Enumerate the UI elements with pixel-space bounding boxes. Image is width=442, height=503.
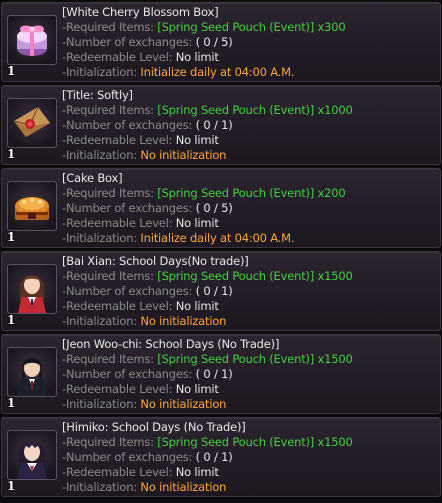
item-name: [Cake Box] — [62, 171, 123, 185]
required-items-value: [Spring Seed Pouch (Event)] x1000 — [157, 103, 353, 117]
gift-box-icon — [7, 15, 57, 65]
required-items-value: [Spring Seed Pouch (Event)] x1500 — [157, 435, 353, 449]
redeemable-level-label: -Redeemable Level: — [62, 299, 176, 313]
item-quantity: 1 — [7, 230, 16, 244]
exchanges-label: -Number of exchanges: — [62, 118, 196, 132]
exchanges-label: -Number of exchanges: — [62, 35, 196, 49]
item-name: [Bai Xian: School Days(No trade)] — [62, 254, 249, 268]
required-items-label: -Required Items: — [62, 103, 158, 117]
required-items-label: -Required Items: — [62, 352, 158, 366]
exchange-item-himiko-school-days[interactable]: 1 [Himiko: School Days (No Trade)] -Requ… — [1, 417, 441, 497]
item-quantity: 1 — [7, 147, 16, 161]
initialization-value: No initialization — [140, 148, 227, 162]
item-name: [Jeon Woo-chi: School Days (No Trade)] — [62, 337, 280, 351]
redeemable-level-value: No limit — [175, 299, 219, 313]
exchange-item-cake-box[interactable]: 1 [Cake Box] -Required Items: [Spring Se… — [1, 168, 441, 248]
redeemable-level-label: -Redeemable Level: — [62, 133, 176, 147]
initialization-label: -Initialization: — [62, 231, 141, 245]
initialization-value: No initialization — [140, 314, 227, 328]
item-quantity: 1 — [7, 64, 16, 78]
exchange-item-bai-xian-school-days[interactable]: 1 [Bai Xian: School Days(No trade)] -Req… — [1, 251, 441, 331]
exchanges-value: ( 0 / 1) — [195, 118, 233, 132]
scroll-envelope-icon — [7, 98, 57, 148]
exchanges-value: ( 0 / 5) — [195, 35, 233, 49]
required-items-label: -Required Items: — [62, 269, 158, 283]
initialization-value: No initialization — [140, 397, 227, 411]
required-items-value: [Spring Seed Pouch (Event)] x1500 — [157, 269, 353, 283]
initialization-label: -Initialization: — [62, 314, 141, 328]
exchange-item-list: 1 [White Cherry Blossom Box] -Required I… — [0, 0, 442, 503]
required-items-value: [Spring Seed Pouch (Event)] x200 — [157, 186, 346, 200]
redeemable-level-label: -Redeemable Level: — [62, 382, 176, 396]
item-name: [White Cherry Blossom Box] — [62, 5, 219, 19]
exchanges-label: -Number of exchanges: — [62, 367, 196, 381]
item-name: [Title: Softly] — [62, 88, 133, 102]
redeemable-level-label: -Redeemable Level: — [62, 465, 176, 479]
required-items-value: [Spring Seed Pouch (Event)] x300 — [157, 20, 346, 34]
item-quantity: 1 — [7, 479, 16, 493]
initialization-value: Initialize daily at 04:00 A.M. — [140, 65, 295, 79]
required-items-label: -Required Items: — [62, 20, 158, 34]
costume-portrait-icon — [7, 430, 57, 480]
initialization-label: -Initialization: — [62, 397, 141, 411]
item-quantity: 1 — [7, 313, 16, 327]
redeemable-level-label: -Redeemable Level: — [62, 50, 176, 64]
required-items-label: -Required Items: — [62, 186, 158, 200]
exchanges-value: ( 0 / 1) — [195, 367, 233, 381]
redeemable-level-value: No limit — [175, 382, 219, 396]
exchange-item-white-cherry-blossom-box[interactable]: 1 [White Cherry Blossom Box] -Required I… — [1, 2, 441, 82]
costume-portrait-icon — [7, 264, 57, 314]
initialization-value: No initialization — [140, 480, 227, 494]
cake-box-icon — [7, 181, 57, 231]
exchanges-label: -Number of exchanges: — [62, 450, 196, 464]
redeemable-level-value: No limit — [175, 133, 219, 147]
redeemable-level-value: No limit — [175, 216, 219, 230]
item-name: [Himiko: School Days (No Trade)] — [62, 420, 246, 434]
redeemable-level-label: -Redeemable Level: — [62, 216, 176, 230]
required-items-value: [Spring Seed Pouch (Event)] x1500 — [157, 352, 353, 366]
exchanges-label: -Number of exchanges: — [62, 284, 196, 298]
exchanges-label: -Number of exchanges: — [62, 201, 196, 215]
initialization-label: -Initialization: — [62, 480, 141, 494]
exchange-item-jeon-woo-chi-school-days[interactable]: 1 [Jeon Woo-chi: School Days (No Trade)]… — [1, 334, 441, 414]
exchange-item-title-softly[interactable]: 1 [Title: Softly] -Required Items: [Spri… — [1, 85, 441, 165]
exchanges-value: ( 0 / 1) — [195, 284, 233, 298]
required-items-label: -Required Items: — [62, 435, 158, 449]
initialization-label: -Initialization: — [62, 148, 141, 162]
item-quantity: 1 — [7, 396, 16, 410]
initialization-label: -Initialization: — [62, 65, 141, 79]
redeemable-level-value: No limit — [175, 465, 219, 479]
costume-portrait-icon — [7, 347, 57, 397]
initialization-value: Initialize daily at 04:00 A.M. — [140, 231, 295, 245]
redeemable-level-value: No limit — [175, 50, 219, 64]
exchanges-value: ( 0 / 1) — [195, 450, 233, 464]
exchanges-value: ( 0 / 5) — [195, 201, 233, 215]
